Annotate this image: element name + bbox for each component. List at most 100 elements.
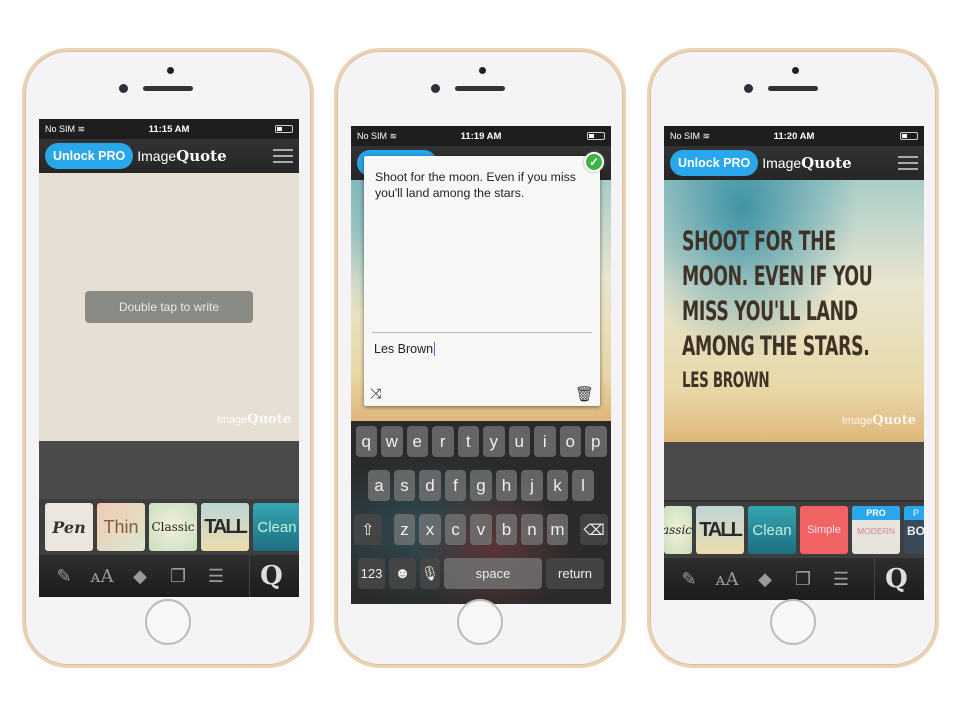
empty-area xyxy=(39,441,299,499)
keyboard: qwertyuiop asdfghjkl ⇧ z x c v b n m ⌫ 123 ☻ 🎙 s… xyxy=(351,421,611,604)
home-button[interactable] xyxy=(457,599,503,645)
home-button[interactable] xyxy=(770,599,816,645)
edit-icon[interactable]: ✎ xyxy=(670,569,708,590)
sensor-dot xyxy=(479,67,486,74)
key-u[interactable]: u xyxy=(508,426,530,457)
style-clean[interactable]: Clean xyxy=(748,506,796,554)
key-n[interactable]: n xyxy=(521,514,543,545)
key-q[interactable]: q xyxy=(355,426,377,457)
hamburger-menu-icon[interactable] xyxy=(273,149,293,163)
quote-text-input[interactable]: Shoot for the moon. Even if you miss you… xyxy=(375,169,588,201)
carrier: No SIM xyxy=(357,130,388,141)
divider xyxy=(372,332,592,333)
style-simple[interactable]: Simple xyxy=(800,506,848,554)
sliders-icon[interactable]: ☰ xyxy=(822,569,860,590)
unlock-pro-button[interactable]: Unlock PRO xyxy=(670,150,759,176)
clock: 11:19 AM xyxy=(460,130,502,142)
microphone-key[interactable]: 🎙 xyxy=(420,558,440,589)
carrier: No SIM xyxy=(670,130,701,141)
emoji-key[interactable]: ☻ xyxy=(389,558,416,589)
sensor-dot xyxy=(792,67,799,74)
style-picker: assic TALL Clean Simple PRO MODERN P BO xyxy=(664,502,924,558)
sensor-dot xyxy=(167,67,174,74)
quote-editor: Shoot for the moon. Even if you miss you… xyxy=(364,152,604,406)
speaker xyxy=(143,86,193,91)
quote-canvas[interactable]: SHOOT FOR THE MOON. EVEN IF YOU MISS YOU… xyxy=(664,180,924,442)
layers-icon[interactable]: ❐ xyxy=(159,566,197,587)
quote-author: LES BROWN xyxy=(682,368,770,392)
key-k[interactable]: k xyxy=(546,470,569,501)
double-tap-hint[interactable]: Double tap to write xyxy=(85,291,253,323)
key-t[interactable]: t xyxy=(457,426,479,457)
style-tall[interactable]: TALL xyxy=(201,503,249,551)
key-p[interactable]: p xyxy=(585,426,607,457)
layers-icon[interactable]: ❐ xyxy=(784,569,822,590)
front-camera xyxy=(119,84,128,93)
key-a[interactable]: a xyxy=(368,470,390,501)
shift-key[interactable]: ⇧ xyxy=(354,514,382,545)
clock: 11:15 AM xyxy=(148,123,190,135)
key-w[interactable]: w xyxy=(381,426,403,457)
app-logo: ImageQuote xyxy=(137,147,227,165)
key-m[interactable]: m xyxy=(546,514,569,545)
style-tall[interactable]: TALL xyxy=(696,506,744,554)
paint-fill-icon[interactable]: ◆ xyxy=(746,569,784,590)
style-thin[interactable]: Thin xyxy=(97,503,145,551)
paint-fill-icon[interactable]: ◆ xyxy=(121,566,159,587)
style-clean[interactable]: Clean xyxy=(253,503,299,551)
edit-icon[interactable]: ✎ xyxy=(45,566,83,587)
sliders-icon[interactable]: ☰ xyxy=(197,566,235,587)
key-c[interactable]: c xyxy=(444,514,467,545)
key-d[interactable]: d xyxy=(419,470,441,501)
phone-2: No SIM ≋ 11:19 AM Shoot for the moon. Ev… xyxy=(334,48,626,668)
app-header: Unlock PRO ImageQuote xyxy=(39,139,299,173)
watermark: ImageQuote xyxy=(216,412,291,427)
key-z[interactable]: z xyxy=(393,514,416,545)
key-l[interactable]: l xyxy=(572,470,594,501)
speaker xyxy=(455,86,505,91)
author-input[interactable]: Les Brown xyxy=(374,342,436,356)
style-pen[interactable]: Pen xyxy=(45,503,93,551)
style-classic[interactable]: assic xyxy=(664,506,692,554)
font-size-icon[interactable]: ᴀA xyxy=(708,569,746,590)
delete-key[interactable]: ⌫ xyxy=(580,514,608,545)
empty-area xyxy=(664,442,924,500)
numbers-key[interactable]: 123 xyxy=(358,558,385,589)
return-key[interactable]: return xyxy=(546,558,604,589)
bottom-toolbar: ✎ ᴀA ◆ ❐ ☰ Q xyxy=(664,558,924,600)
speaker xyxy=(768,86,818,91)
status-bar: No SIM ≋ 11:19 AM xyxy=(351,126,611,146)
style-bold-pro[interactable]: P BO xyxy=(904,506,924,554)
key-y[interactable]: y xyxy=(483,426,505,457)
font-size-icon[interactable]: ᴀA xyxy=(83,566,121,587)
hamburger-menu-icon[interactable] xyxy=(898,156,918,170)
status-bar: No SIM ≋ 11:20 AM xyxy=(664,126,924,146)
style-picker: Pen Thin Classic TALL Clean xyxy=(39,499,299,555)
key-o[interactable]: o xyxy=(559,426,581,457)
style-classic[interactable]: Classic xyxy=(149,503,197,551)
trash-icon[interactable]: 🗑 xyxy=(575,385,594,403)
style-modern-pro[interactable]: PRO MODERN xyxy=(852,506,900,554)
checkmark-icon[interactable]: ✓ xyxy=(584,152,604,172)
unlock-pro-button[interactable]: Unlock PRO xyxy=(45,143,134,169)
key-x[interactable]: x xyxy=(419,514,441,545)
quote-canvas[interactable]: Double tap to write ImageQuote xyxy=(39,173,299,441)
key-v[interactable]: v xyxy=(470,514,492,545)
key-i[interactable]: i xyxy=(534,426,556,457)
shuffle-icon[interactable]: ⤨ xyxy=(370,385,381,402)
key-f[interactable]: f xyxy=(444,470,467,501)
space-key[interactable]: space xyxy=(444,558,542,589)
wifi-icon: ≋ xyxy=(702,130,711,141)
key-g[interactable]: g xyxy=(470,470,492,501)
key-h[interactable]: h xyxy=(495,470,518,501)
key-b[interactable]: b xyxy=(495,514,518,545)
key-r[interactable]: r xyxy=(432,426,454,457)
quote-text: SHOOT FOR THE MOON. EVEN IF YOU MISS YOU… xyxy=(682,224,924,396)
watermark: ImageQuote xyxy=(841,413,916,428)
share-icon[interactable]: Q xyxy=(874,558,918,600)
key-e[interactable]: e xyxy=(406,426,428,457)
home-button[interactable] xyxy=(145,599,191,645)
key-j[interactable]: j xyxy=(521,470,543,501)
key-s[interactable]: s xyxy=(393,470,416,501)
share-icon[interactable]: Q xyxy=(249,555,293,597)
